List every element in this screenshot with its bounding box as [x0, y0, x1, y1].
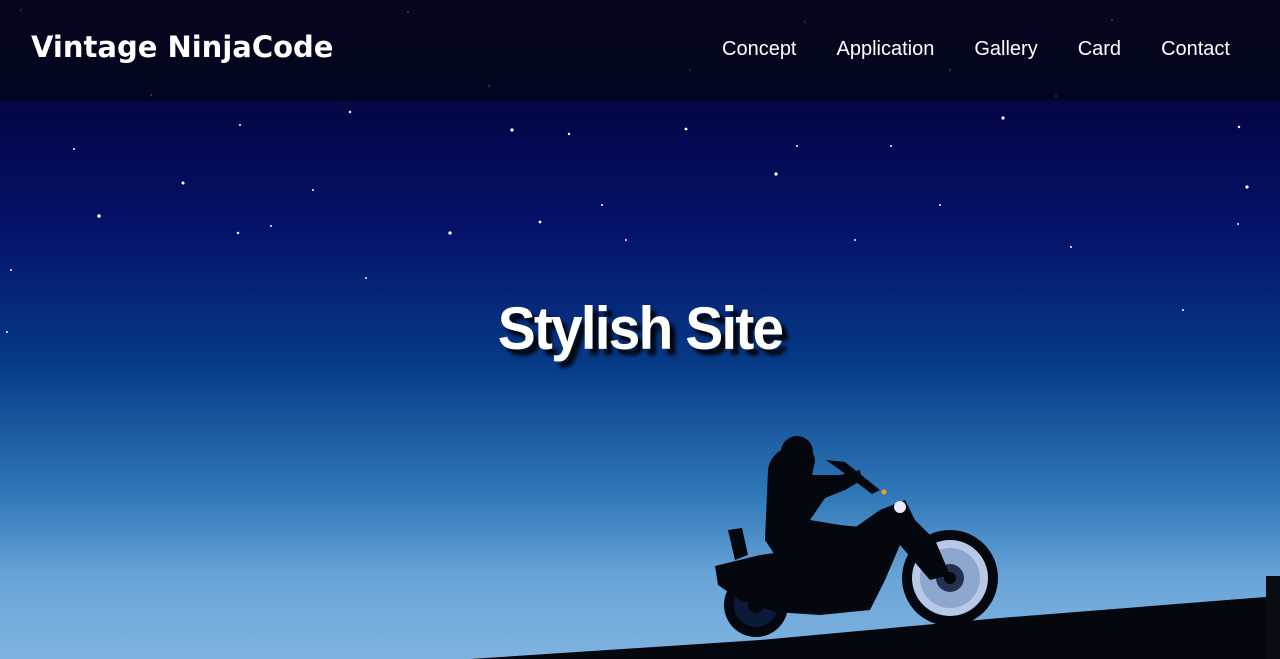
hero-title: Stylish Site [497, 295, 784, 362]
site-header: Vintage NinjaCode Concept Application Ga… [0, 0, 1280, 101]
nav-item-contact[interactable]: Contact [1161, 38, 1230, 61]
nav-item-application[interactable]: Application [837, 38, 935, 61]
main-nav: Concept Application Gallery Card Contact [722, 38, 1230, 61]
nav-item-concept[interactable]: Concept [722, 38, 797, 61]
hero-section: Vintage NinjaCode Concept Application Ga… [0, 0, 1280, 659]
nav-item-gallery[interactable]: Gallery [974, 38, 1037, 61]
site-logo[interactable]: Vintage NinjaCode [31, 30, 333, 64]
nav-item-card[interactable]: Card [1078, 38, 1121, 61]
